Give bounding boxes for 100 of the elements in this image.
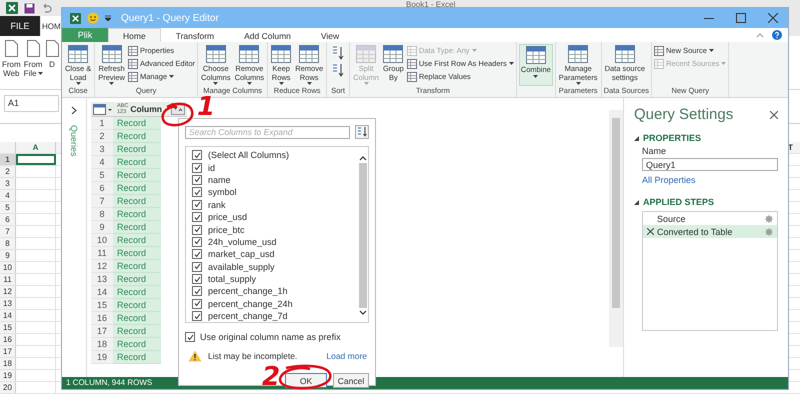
checkbox[interactable] [192, 162, 202, 173]
row-header[interactable]: 7 [0, 226, 16, 237]
row-header[interactable]: 2 [0, 166, 16, 177]
file-tab[interactable]: FILE [0, 16, 40, 36]
queries-pane-label[interactable]: Queries [69, 125, 79, 157]
checkbox[interactable] [192, 174, 202, 185]
load-more-link[interactable]: Load more [326, 351, 367, 361]
row-number: 8 [91, 208, 113, 221]
row-header[interactable]: 1 [0, 154, 16, 165]
scroll-down-icon[interactable] [359, 310, 367, 316]
row-header[interactable]: 12 [0, 286, 16, 297]
row-header[interactable]: 14 [0, 310, 16, 321]
name-box[interactable]: A1 [4, 95, 59, 112]
row-header[interactable]: 5 [0, 202, 16, 213]
sort-ascending-icon[interactable] [332, 46, 344, 60]
row-header[interactable]: 3 [0, 178, 16, 189]
column-header[interactable]: A [16, 142, 56, 153]
dialog-button[interactable]: Cancel [333, 373, 369, 388]
ribbon-tab[interactable]: Home [108, 28, 161, 42]
row-header[interactable]: 10 [0, 262, 16, 273]
ribbon-button[interactable]: D [46, 40, 59, 69]
undo-icon[interactable] [41, 2, 52, 14]
checkbox-label: Use original column name as prefix [200, 332, 341, 342]
row-header[interactable]: 19 [0, 370, 16, 381]
ribbon-button[interactable]: From Web [2, 40, 21, 78]
ribbon-tab[interactable]: View [306, 28, 354, 42]
row-header[interactable]: 6 [0, 214, 16, 225]
save-icon[interactable] [24, 2, 35, 14]
file-tab[interactable]: Plik [62, 28, 108, 42]
table-cell: Record [113, 208, 161, 221]
ribbon-tab[interactable]: Transform [160, 28, 230, 42]
row-header[interactable]: 17 [0, 346, 16, 357]
all-properties-link[interactable]: All Properties [642, 175, 696, 185]
ribbon-tab[interactable]: HOM [41, 16, 62, 36]
row-header[interactable]: 20 [0, 382, 16, 393]
table-cell: Record [113, 312, 161, 325]
ribbon-button[interactable]: From File [24, 40, 43, 78]
table-icon [526, 46, 546, 64]
checkbox[interactable] [192, 249, 202, 260]
checkbox[interactable] [192, 311, 202, 322]
checkbox[interactable] [192, 212, 202, 222]
close-icon[interactable] [770, 110, 778, 118]
selected-cell[interactable] [16, 154, 56, 165]
table-icon [383, 45, 404, 63]
applied-step[interactable]: Source [643, 212, 777, 225]
table-cell: Record [113, 234, 161, 247]
help-icon[interactable] [772, 30, 782, 40]
checkbox[interactable] [192, 224, 202, 235]
row-header[interactable]: 11 [0, 274, 16, 285]
checkbox[interactable] [192, 236, 202, 247]
expand-icon[interactable] [71, 106, 77, 115]
row-header[interactable]: 16 [0, 334, 16, 345]
delete-icon[interactable] [647, 228, 654, 235]
checkbox[interactable] [192, 150, 202, 160]
row-number: 10 [91, 234, 113, 247]
table-cell: Record [113, 351, 161, 364]
collapse-triangle-icon[interactable] [634, 136, 639, 140]
row-header[interactable]: 4 [0, 190, 16, 201]
collapse-icon[interactable] [756, 32, 764, 38]
row-header[interactable]: 8 [0, 238, 16, 249]
table-menu-icon[interactable] [93, 104, 113, 114]
caret-icon [472, 49, 477, 52]
column-option-label: (Select All Columns) [208, 150, 290, 160]
sort-icon[interactable] [355, 125, 369, 139]
checkbox[interactable] [192, 200, 202, 210]
smiley-icon[interactable] [87, 12, 99, 24]
checkbox[interactable] [192, 262, 202, 272]
column-option-label: available_supply [208, 262, 275, 272]
row-number: 2 [91, 130, 113, 143]
checkbox[interactable] [192, 274, 202, 284]
table-icon [568, 45, 588, 63]
gear-icon[interactable] [765, 214, 773, 222]
table-cell: Record [113, 143, 161, 156]
applied-step[interactable]: Converted to Table [643, 225, 777, 238]
checkbox[interactable] [192, 298, 202, 309]
table-cell: Record [113, 117, 161, 130]
maximize-icon[interactable] [736, 13, 746, 23]
row-header[interactable]: 9 [0, 250, 16, 261]
vertical-scrollbar[interactable] [609, 110, 623, 348]
checkbox[interactable] [192, 187, 202, 198]
row-header[interactable]: 13 [0, 298, 16, 309]
dropdown-icon[interactable] [105, 15, 111, 21]
checkbox[interactable] [192, 286, 202, 296]
collapse-triangle-icon[interactable] [634, 200, 639, 204]
row-number: 3 [91, 143, 113, 156]
name-field[interactable]: Query1 [642, 158, 778, 171]
row-number: 17 [91, 325, 113, 338]
scroll-up-icon[interactable] [359, 155, 367, 161]
ribbon-tab[interactable]: Add Column [229, 28, 306, 42]
search-field[interactable]: Search Columns to Expand [185, 126, 350, 138]
table-icon [406, 72, 417, 82]
checkbox[interactable] [185, 332, 195, 342]
close-icon[interactable] [768, 13, 778, 23]
row-number: 16 [91, 312, 113, 325]
row-header[interactable]: 18 [0, 358, 16, 369]
column-option-label: price_btc [208, 224, 245, 235]
row-header[interactable]: 15 [0, 322, 16, 333]
table-cell: Record [113, 195, 161, 208]
sort-descending-icon[interactable] [332, 63, 344, 77]
column-header[interactable]: Column [130, 104, 162, 114]
